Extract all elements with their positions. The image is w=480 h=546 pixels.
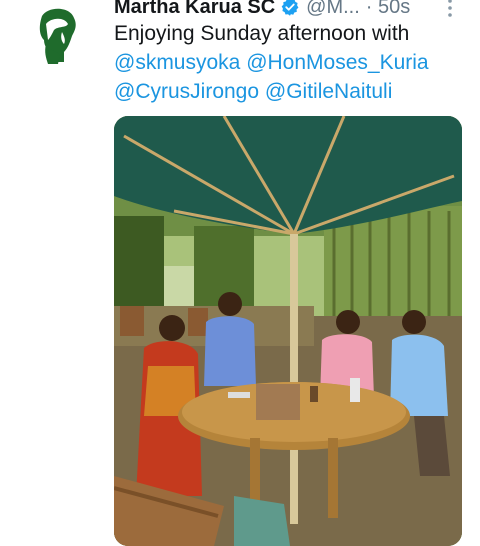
tweet-photo[interactable]	[114, 116, 462, 546]
photo-image	[114, 116, 462, 546]
tweet-time[interactable]: · 50s	[366, 0, 410, 19]
author-handle[interactable]: @M...	[306, 0, 360, 19]
avatar[interactable]	[24, 2, 90, 68]
mention-link[interactable]: @GitileNaituli	[265, 80, 393, 103]
tweet-header: Martha Karua SC @M... · 50s	[114, 0, 474, 20]
author-name[interactable]: Martha Karua SC	[114, 0, 275, 19]
portrait-logo-icon	[24, 2, 90, 68]
tweet-text: Enjoying Sunday afternoon with @skmusyok…	[114, 19, 464, 106]
tweet-text-line: Enjoying Sunday afternoon with	[114, 22, 410, 45]
mention-link[interactable]: @CyrusJirongo	[114, 80, 259, 103]
more-vertical-icon[interactable]	[439, 0, 461, 18]
mention-link[interactable]: @HonMoses_Kuria	[246, 51, 428, 74]
mention-link[interactable]: @skmusyoka	[114, 51, 240, 74]
verified-badge-icon	[281, 0, 299, 16]
